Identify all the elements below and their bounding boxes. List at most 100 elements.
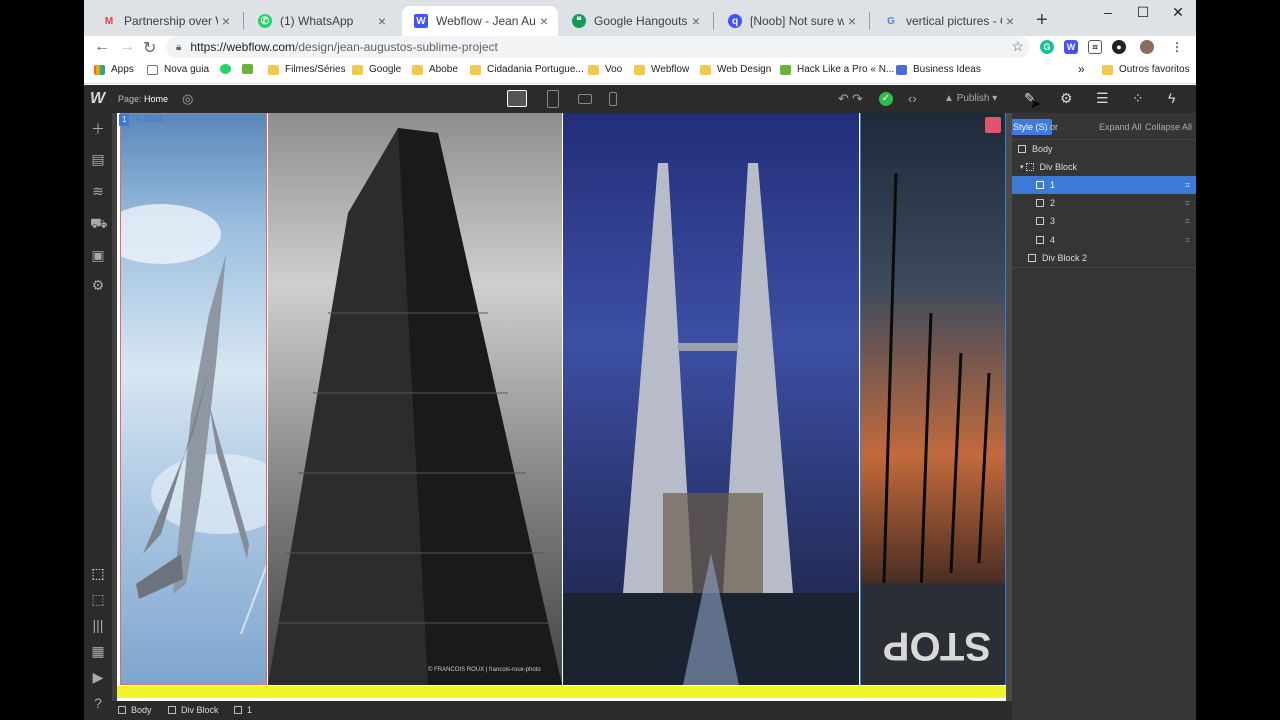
- photo-credit: © FRANCOIS ROUX | francois-roux-photo: [428, 666, 541, 673]
- back-icon[interactable]: ←: [94, 38, 110, 56]
- ecommerce-cart-icon[interactable]: ⛟: [90, 215, 108, 234]
- select-tool-icon[interactable]: ⬚: [90, 565, 106, 582]
- grid-overlay-icon[interactable]: |||: [90, 617, 106, 633]
- tab-hangouts[interactable]: ❝ Google Hangouts ×: [560, 6, 710, 36]
- grammarly-icon[interactable]: G: [1040, 40, 1054, 54]
- page-selector[interactable]: Page: Home: [118, 94, 168, 104]
- tree-node-2[interactable]: 2 ⌗: [1012, 194, 1196, 212]
- minimize-icon[interactable]: –: [1098, 4, 1118, 20]
- close-tab-icon[interactable]: ×: [218, 13, 234, 29]
- close-tab-icon[interactable]: ×: [536, 13, 552, 29]
- tab-title: Webflow - Jean Augusto's: [436, 14, 536, 28]
- style-tooltip: Style (S): [1009, 119, 1052, 135]
- tab-webflow[interactable]: W Webflow - Jean Augusto's ×: [402, 6, 558, 36]
- assets-icon[interactable]: ▣: [90, 247, 106, 264]
- style-manager-icon[interactable]: ⁘: [1132, 90, 1144, 107]
- image-fighter-jet[interactable]: [120, 113, 267, 685]
- help-icon[interactable]: ?: [90, 695, 106, 711]
- div-block-2-yellow[interactable]: [117, 686, 1006, 698]
- tree-node-div-block[interactable]: ▾ Div Block: [1012, 158, 1196, 176]
- bookmark-business[interactable]: Business Ideas: [896, 64, 981, 75]
- bookmark-web-design[interactable]: Web Design: [700, 64, 771, 75]
- webflow-extension-icon[interactable]: W: [1064, 40, 1078, 54]
- forward-icon[interactable]: →: [119, 38, 135, 56]
- breadcrumb-1[interactable]: 1: [234, 705, 252, 715]
- image-settings-icon[interactable]: [985, 117, 1001, 133]
- tree-node-3[interactable]: 3 ⌗: [1012, 212, 1196, 230]
- tree-node-body[interactable]: Body: [1012, 140, 1196, 158]
- tab-google-search[interactable]: G vertical pictures - Google ×: [872, 6, 1024, 36]
- close-tab-icon[interactable]: ×: [1002, 13, 1018, 29]
- bookmark-hack[interactable]: Hack Like a Pro « N...: [780, 64, 894, 75]
- audit-icon[interactable]: ▦: [90, 643, 106, 660]
- canvas-scrollbar[interactable]: [1006, 113, 1012, 701]
- image-palm-street[interactable]: STOP: [860, 113, 1006, 685]
- reload-icon[interactable]: ↻: [143, 38, 156, 58]
- browser-window: M Partnership over Webflow × ✆ (1) Whats…: [84, 0, 1196, 720]
- drag-handle-icon[interactable]: ⌗: [1185, 216, 1190, 227]
- cms-database-icon[interactable]: ≋: [90, 183, 106, 200]
- bookmark-leaf[interactable]: [242, 64, 259, 74]
- new-tab-button[interactable]: +: [1036, 9, 1048, 32]
- settings-gear-icon[interactable]: ⚙: [1060, 90, 1073, 107]
- close-tab-icon[interactable]: ×: [844, 13, 860, 29]
- redo-icon[interactable]: ↷: [852, 91, 863, 107]
- image-twin-towers[interactable]: [563, 113, 859, 685]
- close-tab-icon[interactable]: ×: [374, 13, 390, 29]
- pages-icon[interactable]: ▤: [90, 151, 106, 168]
- bookmark-google[interactable]: Google: [352, 64, 401, 75]
- bookmark-whatsapp[interactable]: [220, 64, 237, 74]
- preview-tool-icon[interactable]: ⬚: [90, 591, 106, 608]
- bookmark-apps[interactable]: Apps: [94, 64, 134, 75]
- add-panel-icon[interactable]: ＋: [90, 119, 106, 139]
- drag-handle-icon[interactable]: ⌗: [1185, 180, 1190, 191]
- tree-node-1[interactable]: 1 ⌗: [1012, 176, 1196, 194]
- bookmark-outros[interactable]: Outros favoritos: [1102, 64, 1190, 75]
- video-icon[interactable]: ▶: [90, 669, 106, 686]
- interactions-icon[interactable]: ϟ: [1168, 90, 1175, 106]
- checkmark-icon[interactable]: ✓: [879, 92, 893, 106]
- code-icon[interactable]: ‹›: [908, 91, 917, 106]
- bookmark-webflow[interactable]: Webflow: [634, 64, 689, 75]
- tab-forum[interactable]: q [Noob] Not sure where to ×: [716, 6, 866, 36]
- bookmarks-overflow[interactable]: »: [1078, 62, 1085, 76]
- webflow-logo[interactable]: W: [90, 90, 105, 108]
- bookmark-voo[interactable]: Voo: [588, 64, 622, 75]
- bookmark-cidadania[interactable]: Cidadania Portugue...: [470, 64, 584, 75]
- drag-handle-icon[interactable]: ⌗: [1185, 235, 1190, 246]
- undo-icon[interactable]: ↶: [838, 91, 849, 107]
- caret-down-icon[interactable]: ▾: [1020, 163, 1024, 171]
- collapse-all-button[interactable]: Collapse All: [1145, 122, 1192, 132]
- publish-button[interactable]: ▲ Publish ▾: [944, 93, 997, 104]
- selected-element-badge[interactable]: 1: [119, 114, 130, 126]
- tree-node-div-block-2[interactable]: Div Block 2: [1012, 249, 1196, 267]
- preview-eye-icon[interactable]: ◎: [182, 91, 193, 107]
- breakpoint-portrait-icon[interactable]: [609, 92, 617, 106]
- avatar[interactable]: [1140, 40, 1154, 54]
- breakpoint-desktop-icon[interactable]: [507, 90, 527, 107]
- close-window-icon[interactable]: ✕: [1168, 4, 1188, 21]
- navigator-icon[interactable]: ☰: [1096, 90, 1109, 107]
- design-canvas[interactable]: © FRANCOIS ROUX | francois-roux-photo ST…: [117, 113, 1006, 701]
- bookmark-star-icon[interactable]: ☆: [1011, 38, 1024, 55]
- menu-icon[interactable]: ⋮: [1170, 40, 1184, 54]
- settings-icon[interactable]: ⚙: [90, 277, 106, 294]
- breakpoint-landscape-icon[interactable]: [578, 94, 592, 104]
- bookmark-abobe[interactable]: Abobe: [412, 64, 458, 75]
- tab-gmail[interactable]: M Partnership over Webflow ×: [90, 6, 240, 36]
- bookmark-filmes[interactable]: Filmes/Séries: [268, 64, 346, 75]
- address-bar[interactable]: 🔒︎ https://webflow.com /design/jean-augu…: [166, 36, 1030, 58]
- breakpoint-tablet-icon[interactable]: [547, 90, 559, 108]
- maximize-icon[interactable]: ☐: [1133, 4, 1153, 21]
- tab-whatsapp[interactable]: ✆ (1) WhatsApp ×: [246, 6, 396, 36]
- close-tab-icon[interactable]: ×: [688, 13, 704, 29]
- extension-icon[interactable]: ●: [1112, 40, 1126, 54]
- bookmark-nova-guia[interactable]: Nova guia: [147, 64, 209, 75]
- drag-handle-icon[interactable]: ⌗: [1185, 198, 1190, 209]
- screenshot-icon[interactable]: ⌗: [1088, 40, 1102, 54]
- tree-node-4[interactable]: 4 ⌗: [1012, 231, 1196, 249]
- image-skyscraper-bw[interactable]: © FRANCOIS ROUX | francois-roux-photo: [268, 113, 562, 685]
- breadcrumb-div-block[interactable]: Div Block: [168, 705, 219, 715]
- expand-all-button[interactable]: Expand All: [1099, 122, 1142, 132]
- breadcrumb-body[interactable]: Body: [118, 705, 152, 715]
